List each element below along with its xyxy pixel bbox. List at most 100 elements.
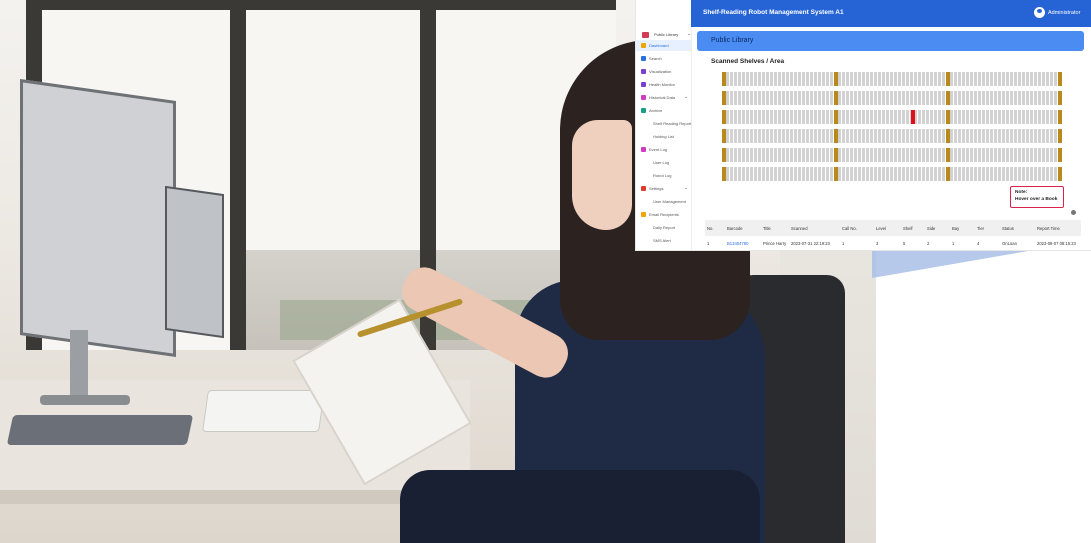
column-header[interactable]: Tier <box>977 226 984 231</box>
sidebar-item-holding-list[interactable]: Holding List <box>636 131 691 142</box>
shelf-divider <box>722 91 726 105</box>
column-header[interactable]: Barcode <box>727 226 743 231</box>
column-header[interactable]: Call No. <box>842 226 857 231</box>
chevron-down-icon: ⌄ <box>684 185 689 191</box>
table-cell: 1 <box>707 241 710 246</box>
shelf-divider <box>1058 129 1062 143</box>
sidebar-item-daily-report[interactable]: Daily Report <box>636 222 691 233</box>
shelf-divider <box>946 110 950 124</box>
book-strip[interactable] <box>722 148 1062 162</box>
keyboard <box>202 390 325 432</box>
shelf-divider <box>722 167 726 181</box>
sidebar-item-search[interactable]: Search <box>636 53 691 64</box>
sidebar-item-robot-log[interactable]: Robot Log <box>636 170 691 181</box>
calendar-icon <box>641 147 646 152</box>
table-cell: 2023-08-07 08:15:23 <box>1037 241 1076 246</box>
window-mullion <box>230 0 246 350</box>
sidebar-item-health-monitor[interactable]: Health Monitor <box>636 79 691 90</box>
sidebar-item-label: User Log <box>653 160 670 165</box>
sidebar-item-label: Archive <box>649 108 663 113</box>
column-header[interactable]: No. <box>707 226 714 231</box>
app-title: Shelf-Reading Robot Management System A1 <box>703 9 844 16</box>
shelf-divider <box>834 148 838 162</box>
table-cell: 2 <box>927 241 930 246</box>
book-strip[interactable] <box>722 72 1062 86</box>
gear-icon <box>641 186 646 191</box>
user-name[interactable]: Administrator <box>1048 10 1080 16</box>
shelf-row <box>722 72 1062 86</box>
sidebar-item-event-log[interactable]: Event Log <box>636 144 691 155</box>
sidebar-item-settings[interactable]: Settings ⌄ <box>636 183 691 194</box>
sidebar-item-historical-data[interactable]: Historical Data ⌄ <box>636 92 691 103</box>
shelf-divider <box>722 72 726 86</box>
sidebar-item-label: Health Monitor <box>649 82 676 87</box>
book-strip[interactable] <box>722 129 1062 143</box>
shelf-row <box>722 91 1062 105</box>
barcode-link[interactable]: B13404780 <box>727 241 748 246</box>
chevron-down-icon: ⌄ <box>687 31 692 37</box>
note-label: Note: <box>1015 190 1028 195</box>
dashboard-icon <box>641 43 646 48</box>
sidebar-item-email-recipients[interactable]: Email Recipients <box>636 209 691 220</box>
history-icon <box>641 95 646 100</box>
library-banner: Public Library <box>697 31 1084 51</box>
table-cell: 2023-07-31 22:19:23 <box>791 241 830 246</box>
table-cell: 3 <box>876 241 879 246</box>
shelf-divider <box>1058 148 1062 162</box>
mail-icon <box>641 212 646 217</box>
sidebar-item-label: Holding List <box>653 134 674 139</box>
sidebar-item-label: Daily Report <box>653 225 676 230</box>
sidebar-item-user-log[interactable]: User Log <box>636 157 691 168</box>
hover-note: Note: Hover over a Book <box>1010 186 1064 208</box>
table-header: No. Barcode Title Scanned Call No. Level Shelf… <box>705 220 1081 236</box>
table-cell: OnLoan <box>1002 241 1017 246</box>
column-header[interactable]: Status <box>1002 226 1014 231</box>
sidebar-item-dashboard[interactable]: Dashboard <box>636 40 691 51</box>
column-header[interactable]: Side <box>927 226 935 231</box>
shelf-divider <box>946 72 950 86</box>
sidebar-item-label: Robot Log <box>653 173 672 178</box>
search-icon <box>641 56 646 61</box>
keyboard-dark <box>6 415 194 445</box>
monitor-stand-base <box>40 395 130 405</box>
person-lap <box>400 470 760 543</box>
library-select-label: Public Library <box>654 32 679 37</box>
library-selector[interactable]: Public Library ⌄ <box>640 31 692 40</box>
column-header[interactable]: Scanned <box>791 226 808 231</box>
shelf-row <box>722 148 1062 162</box>
sidebar-item-label: Event Log <box>649 147 668 152</box>
shelf-divider <box>834 72 838 86</box>
book-strip[interactable] <box>722 110 1062 124</box>
sidebar-item-sms-alert[interactable]: SMS Alert <box>636 235 691 246</box>
shelf-divider <box>834 129 838 143</box>
archive-icon <box>641 108 646 113</box>
sidebar-item-label: Shelf Reading Report <box>653 121 692 126</box>
user-avatar-icon[interactable] <box>1034 7 1045 18</box>
shelf-divider <box>722 129 726 143</box>
column-header[interactable]: Report Time <box>1037 226 1060 231</box>
shelf-divider <box>1058 167 1062 181</box>
table-row[interactable]: 1 B13404780 Prince Harry 2023-07-31 22:19:2… <box>705 238 1081 250</box>
shelf-divider <box>834 110 838 124</box>
sidebar-item-visualization[interactable]: Visualization <box>636 66 691 77</box>
shelf-row <box>722 167 1062 181</box>
table-cell: 5 <box>903 241 906 246</box>
column-header[interactable]: Title <box>763 226 771 231</box>
sidebar-item-user-management[interactable]: User Management <box>636 196 691 207</box>
app-logo-icon <box>642 32 649 38</box>
sidebar-item-label: Dashboard <box>649 43 669 48</box>
sidebar-item-archive[interactable]: Archive <box>636 105 691 116</box>
more-icon[interactable] <box>1071 210 1076 215</box>
top-bar: Shelf-Reading Robot Management System A1… <box>691 0 1091 27</box>
column-header[interactable]: Level <box>876 226 886 231</box>
book-strip[interactable] <box>722 91 1062 105</box>
heart-icon <box>641 82 646 87</box>
book-strip[interactable] <box>722 167 1062 181</box>
column-header[interactable]: Shelf <box>903 226 913 231</box>
table-cell: 1 <box>842 241 845 246</box>
shelf-divider <box>946 167 950 181</box>
shelf-divider <box>946 91 950 105</box>
sidebar-item-shelf-reading-report[interactable]: Shelf Reading Report <box>636 118 691 129</box>
misplaced-book-marker[interactable] <box>911 110 915 124</box>
column-header[interactable]: Bay <box>952 226 959 231</box>
